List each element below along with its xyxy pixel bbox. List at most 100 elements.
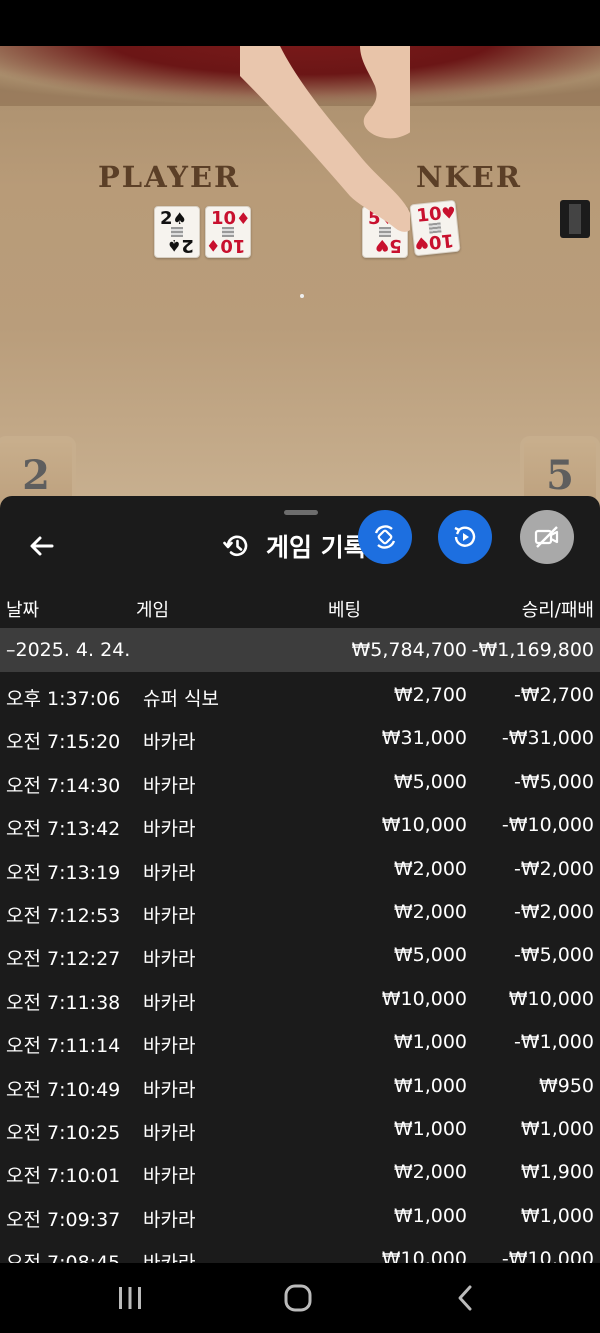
system-nav-bar [0, 1263, 600, 1333]
row-bet: ₩5,000 [393, 770, 467, 793]
page-title: 게임 기록 [266, 533, 367, 562]
table-row[interactable]: 오전 7:12:27 바카라 ₩5,000 -₩5,000 [0, 936, 600, 979]
row-result: -₩5,000 [513, 770, 594, 793]
row-bet: ₩2,000 [393, 1161, 467, 1184]
row-bet: ₩1,000 [393, 1204, 467, 1227]
row-time: 오전 7:08:45 [6, 1248, 120, 1263]
row-game: 바카라 [143, 904, 196, 927]
row-game: 바카라 [143, 861, 196, 884]
row-result: -₩2,000 [513, 857, 594, 880]
row-result: -₩1,000 [513, 1031, 594, 1054]
row-time: 오전 7:13:42 [6, 818, 121, 841]
table-row[interactable]: 오전 7:11:14 바카라 ₩1,000 -₩1,000 [0, 1023, 600, 1066]
row-bet: ₩1,000 [393, 1117, 467, 1140]
column-date: 날짜 [6, 600, 40, 621]
history-list: 오후 1:37:06 슈퍼 식보 ₩2,700 -₩2,700 오전 7:15:20 바… [0, 676, 600, 1263]
column-game: 게임 [136, 600, 170, 621]
row-time: 오전 7:10:25 [6, 1121, 121, 1144]
table-row[interactable]: 오전 7:10:01 바카라 ₩2,000 ₩1,900 [0, 1153, 600, 1196]
live-video-feed[interactable]: PLAYER NKER 2♠ 2♠ 10♦ 10♦ 5♥ 5♥ 10♥ 10♥ … [0, 46, 600, 516]
back-arrow-icon [30, 536, 54, 556]
row-time: 오전 7:14:30 [6, 774, 121, 797]
nav-home-button[interactable] [278, 1281, 318, 1315]
row-game: 슈퍼 식보 [143, 688, 219, 710]
row-game: 바카라 [143, 818, 196, 841]
back-button[interactable] [24, 528, 60, 564]
row-result: ₩1,900 [520, 1161, 594, 1184]
row-game: 바카라 [143, 774, 196, 797]
row-time: 오전 7:10:01 [6, 1165, 121, 1188]
rotate-screen-button[interactable] [358, 510, 412, 564]
table-row[interactable]: 오후 1:37:06 슈퍼 식보 ₩2,700 -₩2,700 [0, 676, 600, 719]
row-time: 오전 7:13:19 [6, 861, 121, 884]
table-marker [300, 294, 304, 298]
replay-button[interactable] [438, 510, 492, 564]
row-game: 바카라 [143, 948, 196, 971]
row-game: 바카라 [143, 1248, 195, 1263]
row-game: 바카라 [143, 1165, 196, 1188]
row-bet: ₩2,000 [393, 900, 467, 923]
card-shoe [560, 200, 590, 238]
dealer-arm [240, 46, 410, 232]
row-result: -₩10,000 [501, 1248, 594, 1263]
row-time: 오전 7:09:37 [6, 1208, 121, 1231]
row-bet: ₩10,000 [381, 814, 467, 837]
row-result: -₩2,700 [513, 684, 594, 706]
game-history-sheet: 게임 기록 날짜 게임 베팅 승리/패배 –2025. 4. 24. ₩5,78… [0, 496, 600, 1263]
table-row[interactable]: 오전 7:13:19 바카라 ₩2,000 -₩2,000 [0, 850, 600, 893]
group-date: –2025. 4. 24. [6, 639, 131, 661]
row-game: 바카라 [143, 991, 196, 1014]
column-win-loss: 승리/패배 [521, 600, 594, 621]
group-win-total: -₩1,169,800 [471, 639, 594, 661]
table-row[interactable]: 오전 7:15:20 바카라 ₩31,000 -₩31,000 [0, 719, 600, 762]
video-off-button[interactable] [520, 510, 574, 564]
banker-label: NKER [416, 160, 522, 194]
history-icon [223, 535, 248, 557]
row-result: -₩2,000 [513, 900, 594, 923]
column-bet: 베팅 [328, 600, 362, 621]
nav-recents-button[interactable] [110, 1281, 150, 1315]
row-result: -₩31,000 [501, 727, 594, 750]
row-time: 오전 7:11:38 [6, 991, 121, 1014]
table-row[interactable]: 오전 7:14:30 바카라 ₩5,000 -₩5,000 [0, 763, 600, 806]
row-time: 오전 7:12:53 [6, 904, 121, 927]
row-game: 바카라 [143, 1078, 196, 1101]
video-off-icon [534, 526, 559, 548]
row-time: 오후 1:37:06 [6, 688, 121, 710]
row-result: ₩10,000 [508, 987, 594, 1010]
table-header: 날짜 게임 베팅 승리/패배 [0, 594, 600, 628]
player-label: PLAYER [98, 160, 241, 194]
banker-score: 5 [546, 452, 574, 499]
player-score: 2 [22, 452, 50, 499]
group-bet-total: ₩5,784,700 [351, 639, 467, 661]
sheet-header: 게임 기록 [222, 526, 367, 566]
drag-handle[interactable] [284, 510, 318, 515]
row-time: 오전 7:12:27 [6, 948, 121, 971]
row-time: 오전 7:10:49 [6, 1078, 121, 1101]
row-result: ₩1,000 [520, 1117, 594, 1140]
nav-back-button[interactable] [446, 1281, 486, 1315]
row-bet: ₩1,000 [393, 1031, 467, 1054]
table-row[interactable]: 오전 7:09:37 바카라 ₩1,000 ₩1,000 [0, 1197, 600, 1240]
banker-card-2: 10♥ 10♥ [409, 199, 461, 257]
row-game: 바카라 [143, 1121, 196, 1144]
rotate-screen-icon [374, 525, 396, 549]
status-bar [0, 0, 600, 46]
date-group-row[interactable]: –2025. 4. 24. ₩5,784,700 -₩1,169,800 [0, 628, 600, 672]
row-result: ₩1,000 [520, 1204, 594, 1227]
row-game: 바카라 [143, 731, 196, 754]
table-row[interactable]: 오전 7:10:49 바카라 ₩1,000 ₩950 [0, 1067, 600, 1110]
table-row[interactable]: 오전 7:13:42 바카라 ₩10,000 -₩10,000 [0, 806, 600, 849]
row-bet: ₩5,000 [393, 944, 467, 967]
table-row[interactable]: 오전 7:10:25 바카라 ₩1,000 ₩1,000 [0, 1110, 600, 1153]
table-row[interactable]: 오전 7:11:38 바카라 ₩10,000 ₩10,000 [0, 980, 600, 1023]
back-icon [458, 1285, 472, 1311]
row-result: -₩5,000 [513, 944, 594, 967]
row-bet: ₩31,000 [381, 727, 467, 750]
player-card-1: 2♠ 2♠ [154, 206, 200, 258]
table-row[interactable]: 오전 7:12:53 바카라 ₩2,000 -₩2,000 [0, 893, 600, 936]
row-bet: ₩10,000 [381, 1248, 467, 1263]
table-row[interactable]: 오전 7:08:45 바카라 ₩10,000 -₩10,000 [0, 1240, 600, 1263]
row-result: ₩950 [538, 1074, 594, 1097]
row-bet: ₩2,000 [393, 857, 467, 880]
